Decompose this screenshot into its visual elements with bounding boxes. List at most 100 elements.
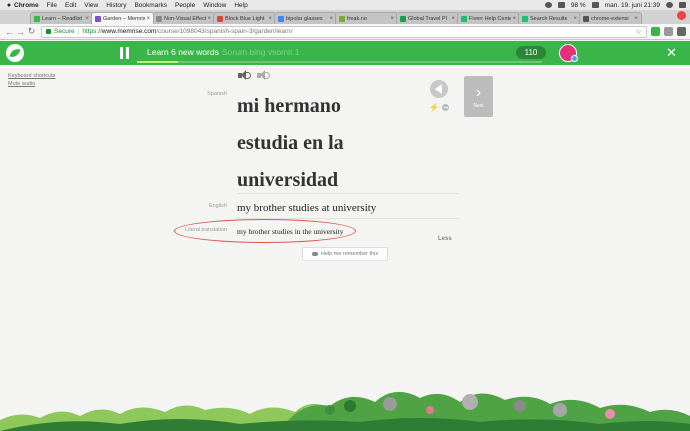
menu-history[interactable]: History (106, 2, 126, 9)
help-remember-button[interactable]: Help me remember this (302, 247, 388, 261)
tab-close-icon[interactable]: × (146, 16, 150, 22)
apple-icon[interactable]: ● (4, 2, 14, 9)
tab-close-icon[interactable]: × (573, 16, 577, 22)
memrise-header: Learn 6 new words Sorum bing vsomit 1 11… (0, 41, 690, 65)
tab-close-icon[interactable]: × (512, 16, 516, 22)
profile-icon[interactable] (677, 11, 686, 20)
mem-icon[interactable] (430, 80, 448, 98)
menu-file[interactable]: File (47, 2, 57, 9)
tab-close-icon[interactable]: × (634, 16, 638, 22)
tab-title: Block Blue Light (225, 15, 265, 22)
favicon-icon (400, 15, 406, 22)
extension-icon[interactable] (664, 27, 673, 36)
next-button[interactable]: › Next (464, 76, 493, 117)
spanish-phrase: mi hermano estudia en la universidad (237, 88, 417, 199)
browser-tab[interactable]: Learn – Readlist × (30, 12, 93, 24)
session-progress-fill (137, 61, 178, 63)
garden-landscape-illustration (0, 391, 690, 431)
bluetooth-icon[interactable] (557, 2, 565, 8)
tab-close-icon[interactable]: × (451, 16, 455, 22)
battery-icon[interactable] (591, 2, 599, 8)
highlight-circle (174, 219, 356, 243)
menu-edit[interactable]: Edit (65, 2, 76, 9)
menu-view[interactable]: View (84, 2, 98, 9)
close-icon[interactable]: ✕ (666, 45, 677, 61)
url-scheme: https:// (82, 28, 102, 35)
browser-tab[interactable]: bipolar glasses × (274, 12, 337, 24)
speech-bubble-icon (311, 252, 318, 256)
keyboard-shortcuts-link[interactable]: Keyboard shortcuts (8, 72, 55, 80)
spanish-line: mi hermano (237, 95, 341, 117)
menu-chrome[interactable]: Chrome (14, 2, 39, 9)
tab-title: Fiverr Help Cente (469, 15, 512, 22)
tab-close-icon[interactable]: × (329, 16, 333, 22)
favicon-icon (522, 15, 528, 22)
browser-tab[interactable]: Fiverr Help Cente × (457, 12, 520, 24)
extension-icon[interactable] (651, 27, 660, 36)
memrise-logo[interactable] (6, 44, 24, 62)
notifications-icon[interactable] (679, 2, 686, 8)
tab-title: Global Travel Pl (408, 15, 447, 22)
spanish-line: estudia en la (237, 132, 344, 154)
browser-tab[interactable]: Global Travel Pl × (396, 12, 459, 24)
browser-tab[interactable]: Block Blue Light × (213, 12, 276, 24)
favicon-icon (156, 15, 162, 22)
session-progress (137, 61, 542, 63)
search-icon[interactable] (666, 2, 673, 8)
browser-tab[interactable]: Garden – Memrise × (91, 12, 154, 24)
favicon-icon (278, 15, 284, 22)
favicon-icon (583, 15, 589, 22)
url-host: www.memrise.com (101, 28, 157, 35)
left-links: Keyboard shortcuts Mute audio (8, 72, 55, 88)
help-remember-label: Help me remember this (320, 251, 379, 257)
spanish-label: Spanish (207, 91, 227, 97)
lightning-icon[interactable]: ⚡ (429, 103, 439, 112)
next-label: Next (473, 102, 484, 109)
tab-close-icon[interactable]: × (268, 16, 272, 22)
tab-title: Non-Visual Effects (164, 15, 207, 22)
address-bar[interactable]: Secure | https:// www.memrise.com /cours… (41, 25, 647, 38)
favicon-icon (95, 15, 101, 22)
macos-menubar: ● Chrome File Edit View History Bookmark… (0, 0, 690, 10)
mute-audio-link[interactable]: Mute audio (8, 80, 55, 88)
status-area: 98 % man. 19. juni 21:39 (544, 0, 686, 10)
favicon-icon (339, 15, 345, 22)
english-translation: my brother studies at university (237, 202, 377, 214)
favicon-icon (217, 15, 223, 22)
browser-toolbar: ← → ↻ Secure | https:// www.memrise.com … (0, 24, 690, 40)
tab-title: Garden – Memrise (103, 15, 146, 22)
menu-bookmarks[interactable]: Bookmarks (134, 2, 167, 9)
tab-title: chrome-extensi (591, 15, 629, 22)
pause-icon[interactable] (120, 47, 130, 59)
chevron-right-icon: › (475, 83, 482, 101)
menu-window[interactable]: Window (203, 2, 226, 9)
browser-tab[interactable]: chrome-extensi × (579, 12, 642, 24)
tab-title: bipolar glasses (286, 15, 323, 22)
menu-people[interactable]: People (175, 2, 195, 9)
tab-close-icon[interactable]: × (85, 16, 89, 22)
clock[interactable]: man. 19. juni 21:39 (605, 2, 660, 9)
battery-percent[interactable]: 98 % (571, 2, 586, 9)
forward-icon[interactable]: → (15, 27, 26, 37)
browser-tab[interactable]: Search Results × (518, 12, 581, 24)
less-link[interactable]: Less (438, 236, 452, 242)
bookmark-star-icon[interactable]: ☆ (635, 27, 642, 36)
browser-tab[interactable]: Non-Visual Effects × (152, 12, 215, 24)
play-slow-audio-icon[interactable] (257, 70, 270, 81)
lock-icon (46, 29, 51, 34)
menu-help[interactable]: Help (234, 2, 247, 9)
tab-close-icon[interactable]: × (390, 16, 394, 22)
reload-icon[interactable]: ↻ (26, 26, 37, 37)
level-badge (571, 55, 578, 62)
ignore-icon[interactable] (442, 104, 449, 111)
english-label: English (208, 203, 227, 209)
wifi-icon[interactable] (544, 2, 552, 8)
favicon-icon (34, 15, 40, 22)
browser-tab[interactable]: freak.no × (335, 12, 398, 24)
back-icon[interactable]: ← (4, 27, 15, 37)
play-audio-icon[interactable] (238, 70, 251, 81)
menu-dots-icon[interactable] (677, 27, 686, 36)
url-path: /course/1098043/spanish-spain-3/garden/l… (156, 28, 293, 35)
tab-title: Learn – Readlist (42, 15, 83, 22)
tab-close-icon[interactable]: × (207, 16, 211, 22)
